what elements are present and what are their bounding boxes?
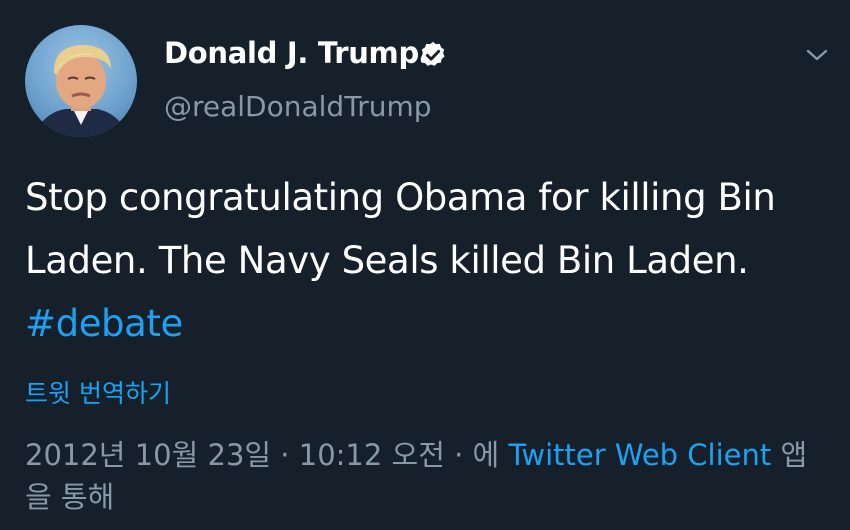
avatar[interactable]	[25, 25, 137, 137]
display-name[interactable]: Donald J. Trump	[164, 36, 419, 70]
verified-badge-icon	[420, 41, 445, 66]
translate-tweet-link[interactable]: 트윗 번역하기	[25, 374, 171, 410]
source-app-link[interactable]: Twitter Web Client	[508, 438, 771, 472]
avatar-image	[33, 45, 129, 137]
tweet-text: Stop congratulating Obama for killing Bi…	[25, 166, 825, 355]
hashtag-link[interactable]: #debate	[25, 302, 183, 345]
user-handle[interactable]: @realDonaldTrump	[164, 90, 432, 123]
chevron-down-icon[interactable]	[804, 44, 830, 66]
timestamp: 2012년 10월 23일 · 10:12 오전 · 에	[25, 438, 509, 472]
tweet-meta: 2012년 10월 23일 · 10:12 오전 · 에 Twitter Web…	[25, 434, 825, 518]
tweet-body: Stop congratulating Obama for killing Bi…	[25, 176, 776, 282]
